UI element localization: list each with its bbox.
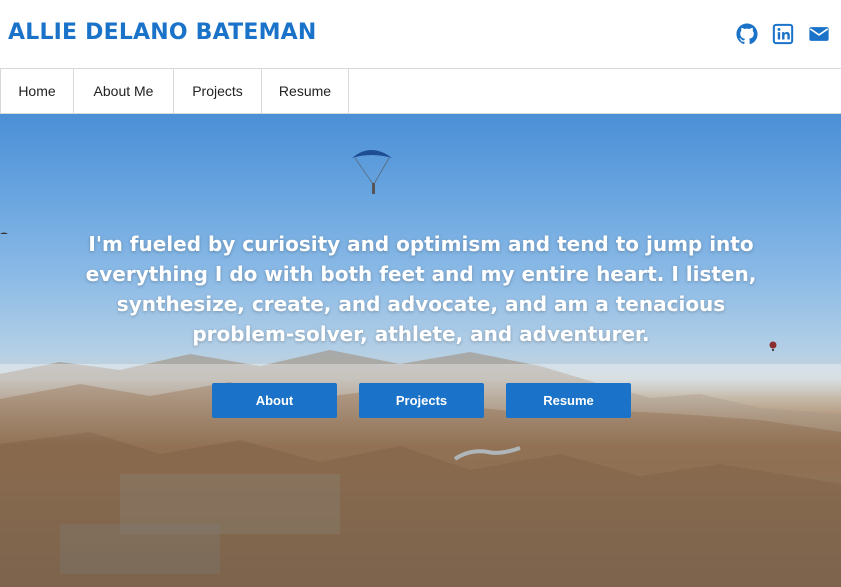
github-icon[interactable] bbox=[736, 23, 758, 45]
nav-resume[interactable]: Resume bbox=[262, 69, 349, 113]
nav-projects[interactable]: Projects bbox=[174, 69, 262, 113]
resume-button[interactable]: Resume bbox=[506, 383, 631, 418]
projects-button[interactable]: Projects bbox=[359, 383, 484, 418]
about-button[interactable]: About bbox=[212, 383, 337, 418]
mail-icon[interactable] bbox=[808, 23, 830, 45]
site-header: ALLIE DELANO BATEMAN bbox=[0, 0, 841, 69]
hero-background-image bbox=[0, 150, 841, 587]
nav-about-me[interactable]: About Me bbox=[74, 69, 174, 113]
hero-tagline: I'm fueled by curiosity and optimism and… bbox=[85, 232, 757, 346]
main-nav: Home About Me Projects Resume bbox=[0, 69, 841, 114]
nav-home[interactable]: Home bbox=[1, 69, 74, 113]
hero-section: I'm fueled by curiosity and optimism and… bbox=[0, 114, 841, 587]
site-title[interactable]: ALLIE DELANO BATEMAN bbox=[8, 20, 317, 45]
linkedin-icon[interactable] bbox=[772, 23, 794, 45]
